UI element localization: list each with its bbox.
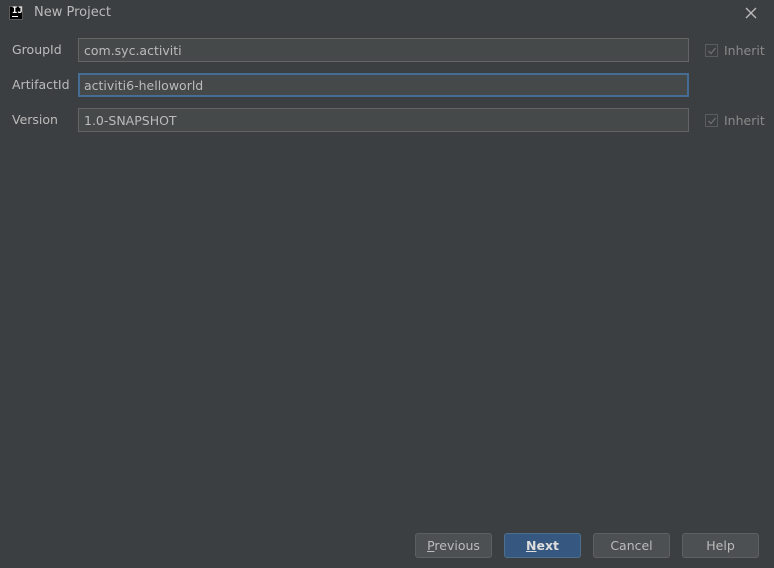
close-icon[interactable] — [744, 6, 758, 20]
checkmark-icon — [708, 117, 717, 124]
intellij-app-icon: IJ — [9, 6, 23, 20]
title-bar: IJ New Project — [0, 0, 774, 28]
artifact-id-field[interactable] — [78, 73, 689, 97]
artifact-id-row: ArtifactId — [0, 73, 774, 97]
version-inherit-label: Inherit — [724, 112, 765, 128]
previous-label: revious — [434, 538, 480, 553]
group-id-inherit[interactable]: Inherit — [705, 42, 765, 58]
dialog-title: New Project — [34, 5, 111, 20]
group-id-field[interactable] — [78, 38, 689, 62]
group-id-row: GroupId Inherit — [0, 38, 774, 62]
next-label: ext — [536, 538, 559, 553]
version-label: Version — [12, 112, 58, 127]
version-inherit-checkbox[interactable] — [705, 113, 718, 127]
next-button[interactable]: Next — [504, 533, 581, 558]
group-id-inherit-label: Inherit — [724, 42, 765, 58]
next-mnemonic: N — [526, 538, 537, 553]
help-button[interactable]: Help — [682, 533, 759, 558]
artifact-id-label: ArtifactId — [12, 77, 70, 92]
group-id-inherit-checkbox[interactable] — [705, 43, 718, 57]
version-row: Version Inherit — [0, 108, 774, 132]
group-id-label: GroupId — [12, 42, 62, 57]
new-project-dialog: IJ New Project GroupId Inherit ArtifactI… — [0, 0, 774, 568]
version-inherit[interactable]: Inherit — [705, 112, 765, 128]
cancel-button[interactable]: Cancel — [593, 533, 670, 558]
checkmark-icon — [708, 47, 717, 54]
previous-button[interactable]: Previous — [415, 533, 492, 558]
version-field[interactable] — [78, 108, 689, 132]
